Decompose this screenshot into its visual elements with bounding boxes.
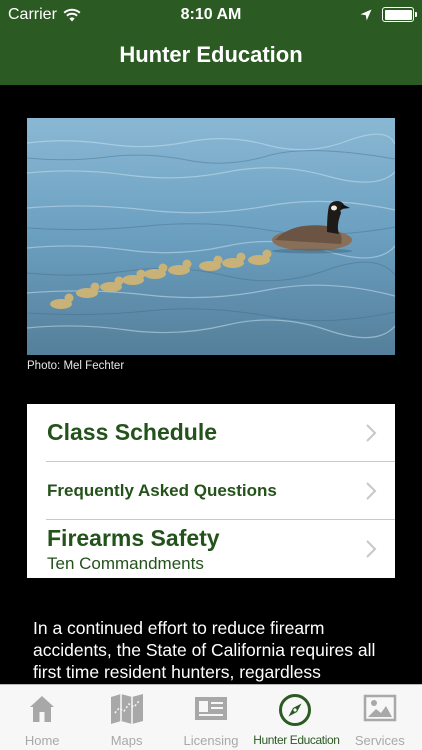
description-text: In a continued effort to reduce firearm … xyxy=(33,618,376,682)
tab-licensing[interactable]: Licensing xyxy=(169,685,253,750)
status-bar: Carrier 8:10 AM xyxy=(0,0,422,30)
tab-label: Maps xyxy=(110,733,143,748)
battery-icon xyxy=(382,7,417,22)
app-screen: Carrier 8:10 AM Hunter Education Photo: … xyxy=(0,0,422,750)
tab-label: Services xyxy=(354,733,405,748)
location-arrow-icon xyxy=(360,9,372,20)
status-right xyxy=(360,7,417,22)
menu-row-subtitle: Ten Commandments xyxy=(47,554,204,573)
menu-row-title: Firearms Safety xyxy=(47,525,220,551)
page-title: Hunter Education xyxy=(119,42,303,67)
menu-row-title: Class Schedule xyxy=(47,419,218,445)
photo-credit: Photo: Mel Fechter xyxy=(27,360,125,372)
tab-services[interactable]: Services xyxy=(338,685,422,750)
tab-label: Hunter Education xyxy=(253,733,340,747)
menu-row-faq[interactable]: Frequently Asked Questions xyxy=(27,462,395,520)
tab-maps[interactable]: Maps xyxy=(84,685,168,750)
picture-icon xyxy=(363,694,397,722)
tab-bar: Home Maps Licensing Hunter Education Ser… xyxy=(0,684,422,750)
chevron-right-icon xyxy=(366,482,377,500)
goose-photo xyxy=(27,118,395,355)
menu-row-title: Frequently Asked Questions xyxy=(47,481,277,500)
menu-row-class-schedule[interactable]: Class Schedule xyxy=(27,404,395,462)
nav-bar: Carrier 8:10 AM Hunter Education xyxy=(0,0,422,85)
status-time: 8:10 AM xyxy=(180,6,242,23)
tab-hunter-education[interactable]: Hunter Education xyxy=(253,685,340,750)
tab-label: Home xyxy=(24,733,60,748)
compass-icon xyxy=(279,694,312,726)
license-card-icon xyxy=(195,697,228,720)
chevron-right-icon xyxy=(366,424,377,442)
house-icon xyxy=(30,696,55,722)
menu-card: Class Schedule Frequently Asked Question… xyxy=(27,404,395,578)
map-icon xyxy=(110,694,143,724)
chevron-right-icon xyxy=(366,540,377,558)
menu-row-firearms-safety[interactable]: Firearms Safety Ten Commandments xyxy=(27,520,395,578)
tab-home[interactable]: Home xyxy=(0,685,84,750)
tab-label: Licensing xyxy=(183,733,239,748)
